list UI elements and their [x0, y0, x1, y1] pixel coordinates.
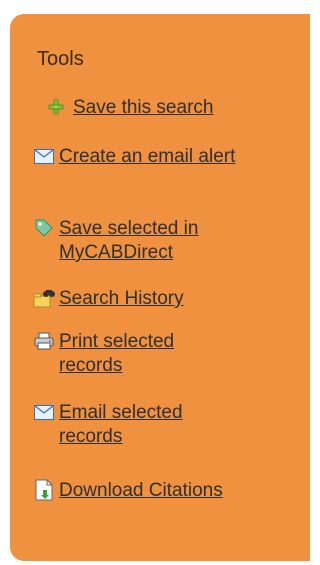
email-selected-link[interactable]: Email selected records: [59, 401, 239, 449]
download-citations-link[interactable]: Download Citations: [59, 479, 239, 503]
tag-icon: [33, 217, 55, 239]
create-email-alert-link[interactable]: Create an email alert: [59, 145, 239, 169]
tool-create-email-alert[interactable]: Create an email alert: [33, 145, 283, 169]
search-history-link[interactable]: Search History: [59, 287, 259, 311]
plus-icon: [45, 96, 67, 118]
tool-search-history[interactable]: Search History: [33, 287, 283, 311]
folder-binoculars-icon: [33, 287, 55, 309]
download-document-icon: [33, 479, 55, 501]
save-this-search-link[interactable]: Save this search: [73, 96, 273, 120]
tool-save-this-search[interactable]: Save this search: [33, 96, 283, 120]
tool-email-selected[interactable]: Email selected records: [33, 401, 283, 449]
envelope-icon: [33, 145, 55, 167]
save-selected-link[interactable]: Save selected in MyCABDirect: [59, 217, 259, 265]
print-selected-link[interactable]: Print selected records: [59, 330, 239, 378]
tool-save-selected[interactable]: Save selected in MyCABDirect: [33, 217, 283, 265]
panel-title: Tools: [37, 48, 84, 70]
printer-icon: [33, 330, 55, 352]
tool-download-citations[interactable]: Download Citations: [33, 479, 283, 503]
tool-print-selected[interactable]: Print selected records: [33, 330, 283, 378]
envelope-icon: [33, 401, 55, 423]
